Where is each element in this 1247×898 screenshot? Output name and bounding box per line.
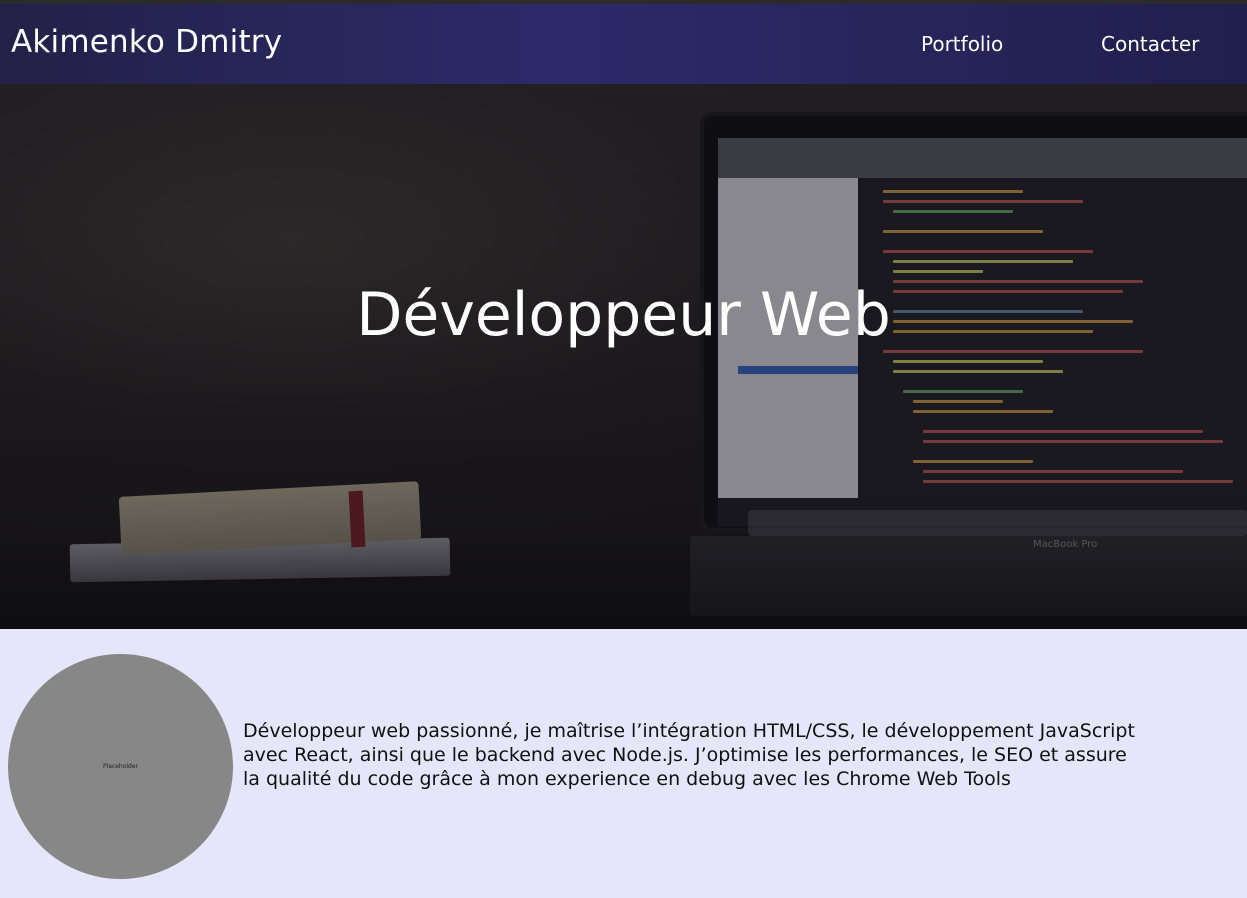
hero-title: Développeur Web [356,280,891,350]
navbar: Akimenko Dmitry Portfolio Contacter [0,4,1247,84]
nav-link-portfolio[interactable]: Portfolio [921,32,1003,56]
nav-link-contacter[interactable]: Contacter [1101,32,1199,56]
about-description: Développeur web passionné, je maîtrise l… [243,720,1135,790]
hero-banner: MacBook Pro Développeur Web [0,84,1247,629]
avatar: Placeholder [8,654,233,879]
avatar-placeholder-label: Placeholder [102,763,139,770]
hero-dark-overlay [0,84,1247,629]
brand-name[interactable]: Akimenko Dmitry [11,24,282,60]
about-section: Placeholder Développeur web passionné, j… [0,629,1247,898]
